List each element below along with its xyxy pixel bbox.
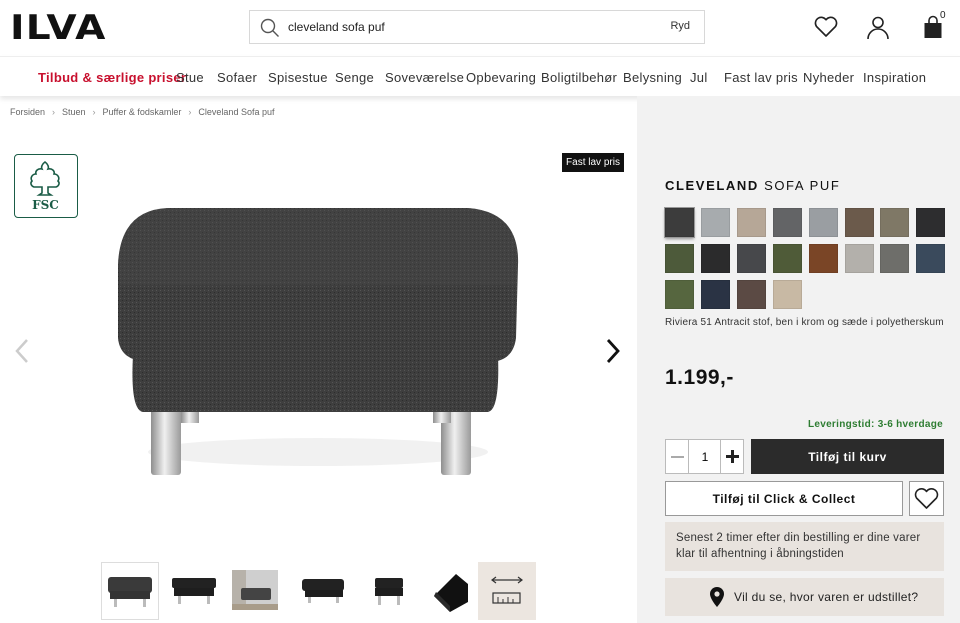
dimensions-icon: [491, 576, 523, 604]
color-swatch[interactable]: [665, 280, 694, 309]
breadcrumb: Forsiden › Stuen › Puffer & fodskamler › Cleve…: [10, 107, 274, 117]
nav-item-senge[interactable]: Senge: [335, 70, 374, 85]
pickup-info-box: Senest 2 timer efter din bestilling er d…: [665, 522, 944, 571]
wishlist-button[interactable]: [909, 481, 944, 516]
color-swatch[interactable]: [736, 244, 766, 273]
color-swatch[interactable]: [736, 280, 766, 309]
nav-item-jul[interactable]: Jul: [690, 70, 708, 85]
breadcrumb-separator: ›: [52, 107, 56, 117]
breadcrumb-item[interactable]: Forsiden: [10, 107, 45, 117]
product-description: Riviera 51 Antracit stof, ben i krom og …: [665, 317, 944, 328]
color-swatch[interactable]: [665, 244, 694, 273]
color-swatch[interactable]: [916, 244, 946, 273]
color-swatch[interactable]: [736, 208, 766, 237]
product-title: CLEVELAND SOFA PUF: [665, 178, 840, 193]
nav-item-fast-lav-pris[interactable]: Fast lav pris: [724, 70, 798, 85]
click-collect-button[interactable]: Tilføj til Click & Collect: [665, 481, 903, 516]
color-swatch[interactable]: [808, 208, 838, 237]
color-swatch[interactable]: [772, 244, 802, 273]
color-swatch[interactable]: [772, 280, 802, 309]
ilva-logo[interactable]: ILVA: [10, 11, 107, 45]
breadcrumb-separator: ›: [92, 107, 96, 117]
breadcrumb-separator: ›: [188, 107, 192, 117]
show-in-store-label: Vil du se, hvor varen er udstillet?: [734, 590, 919, 604]
product-title-brand: CLEVELAND: [665, 178, 759, 193]
cart-count-badge: 0: [940, 10, 946, 21]
quantity-stepper: [665, 439, 744, 474]
breadcrumb-item[interactable]: Puffer & fodskamler: [103, 107, 182, 117]
delivery-time: Leveringstid: 3-6 hverdage: [807, 419, 943, 430]
color-swatch[interactable]: [700, 280, 730, 309]
breadcrumb-item[interactable]: Stuen: [62, 107, 86, 117]
breadcrumb-item[interactable]: Cleveland Sofa puf: [198, 107, 274, 117]
thumbnail[interactable]: [361, 562, 419, 620]
nav-item-belysning[interactable]: Belysning: [623, 70, 682, 85]
color-swatch[interactable]: [880, 244, 910, 273]
heart-icon[interactable]: [813, 14, 839, 40]
quantity-decrease-button[interactable]: [666, 440, 689, 473]
user-icon[interactable]: [865, 14, 891, 40]
product-image: [118, 208, 519, 475]
thumbnail[interactable]: [166, 562, 224, 620]
fsc-text: FSC: [32, 198, 59, 212]
nav-item-opbevaring[interactable]: Opbevaring: [466, 70, 536, 85]
thumbnail[interactable]: [296, 562, 354, 620]
nav-item-sovevaerelse[interactable]: Soveværelse: [385, 70, 464, 85]
color-swatch[interactable]: [772, 208, 802, 237]
fsc-logo: FSC: [14, 154, 78, 218]
thumbnail[interactable]: [426, 562, 484, 620]
search-input[interactable]: [288, 11, 648, 43]
gallery-prev-arrow-icon[interactable]: [12, 338, 32, 364]
nav-item-sofaer[interactable]: Sofaer: [217, 70, 257, 85]
header: ILVA Ryd 0: [0, 0, 960, 56]
color-swatch[interactable]: [808, 244, 838, 273]
nav-item-stue[interactable]: Stue: [176, 70, 204, 85]
quantity-increase-button[interactable]: [720, 440, 743, 473]
color-swatch[interactable]: [700, 244, 730, 273]
color-swatch[interactable]: [844, 244, 874, 273]
location-pin-icon: [710, 587, 724, 607]
fast-lav-pris-badge: Fast lav pris: [562, 153, 624, 172]
product-price: 1.199,-: [665, 366, 734, 389]
nav-item-tilbud[interactable]: Tilbud & særlige priser: [38, 70, 186, 85]
search-bar: Ryd: [249, 10, 705, 44]
color-swatch[interactable]: [844, 208, 874, 237]
main-nav: Tilbud & særlige priser Stue Sofaer Spis…: [0, 56, 960, 96]
nav-item-inspiration[interactable]: Inspiration: [863, 70, 926, 85]
thumbnail[interactable]: [101, 562, 159, 620]
add-to-cart-button[interactable]: Tilføj til kurv: [751, 439, 944, 474]
thumbnail[interactable]: [231, 562, 289, 620]
search-icon[interactable]: [260, 18, 280, 38]
color-swatch[interactable]: [880, 208, 910, 237]
nav-item-nyheder[interactable]: Nyheder: [803, 70, 854, 85]
show-in-store-button[interactable]: Vil du se, hvor varen er udstillet?: [665, 578, 944, 616]
dimensions-thumbnail[interactable]: [478, 562, 536, 620]
fsc-tree-icon: FSC: [30, 161, 60, 212]
color-swatch[interactable]: [665, 208, 694, 237]
gallery-next-arrow-icon[interactable]: [603, 338, 623, 364]
product-title-name: SOFA PUF: [764, 178, 841, 193]
color-swatch[interactable]: [916, 208, 946, 237]
heart-icon: [914, 487, 939, 509]
color-swatch[interactable]: [700, 208, 730, 237]
nav-item-boligtilbehor[interactable]: Boligtilbehør: [541, 70, 617, 85]
search-clear-button[interactable]: Ryd: [670, 20, 690, 32]
quantity-input[interactable]: [689, 440, 721, 473]
nav-item-spisestue[interactable]: Spisestue: [268, 70, 328, 85]
